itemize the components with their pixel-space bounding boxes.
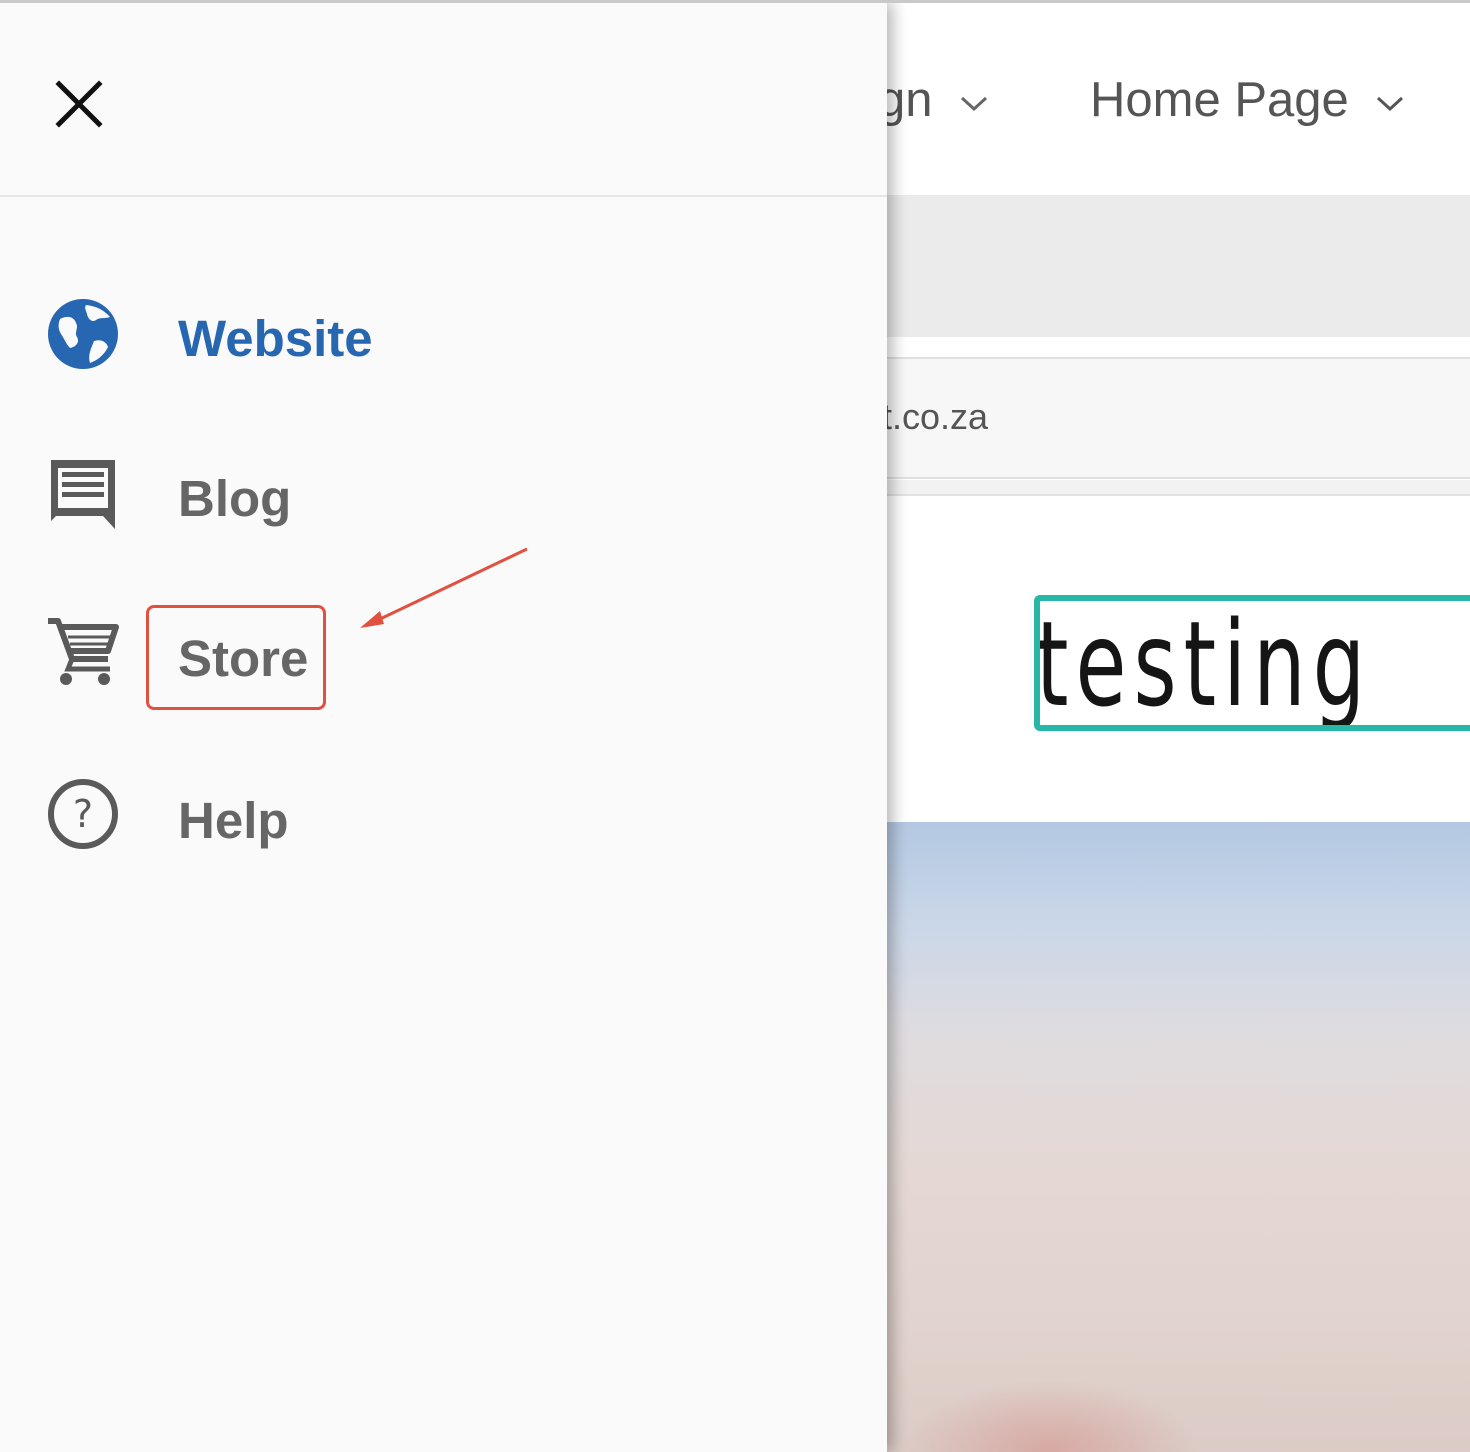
globe-icon	[48, 299, 118, 369]
home-page-menu-label: Home Page	[1090, 73, 1349, 127]
site-logo-text: testing	[1036, 595, 1373, 731]
navigation-drawer: Website Blog Store ? Help	[0, 3, 887, 1452]
drawer-item-label: Blog	[178, 470, 292, 527]
screen: gn Home Page nt.co.za testing Website Bl…	[0, 0, 1470, 1452]
store-highlight-annotation	[146, 605, 326, 710]
home-page-menu[interactable]: Home Page	[1090, 72, 1405, 128]
drawer-header	[0, 3, 887, 197]
shopping-cart-icon	[48, 618, 119, 685]
site-logo-selection[interactable]: testing	[1034, 595, 1470, 731]
drawer-item-website[interactable]: Website	[0, 273, 887, 393]
drawer-item-help[interactable]: ? Help	[0, 755, 887, 875]
help-circle-icon: ?	[48, 779, 118, 849]
drawer-item-blog[interactable]: Blog	[0, 435, 887, 555]
chevron-down-icon	[1375, 70, 1405, 126]
window-top-border	[0, 0, 1470, 3]
comment-icon	[51, 460, 115, 529]
chevron-down-icon	[959, 70, 989, 126]
design-menu[interactable]: gn	[878, 72, 989, 128]
close-icon	[55, 80, 103, 128]
drawer-item-store[interactable]: Store	[0, 595, 887, 715]
drawer-item-label: Website	[178, 310, 373, 367]
drawer-item-label: Help	[178, 792, 289, 849]
close-drawer-button[interactable]	[46, 71, 112, 137]
svg-text:?: ?	[73, 792, 93, 836]
